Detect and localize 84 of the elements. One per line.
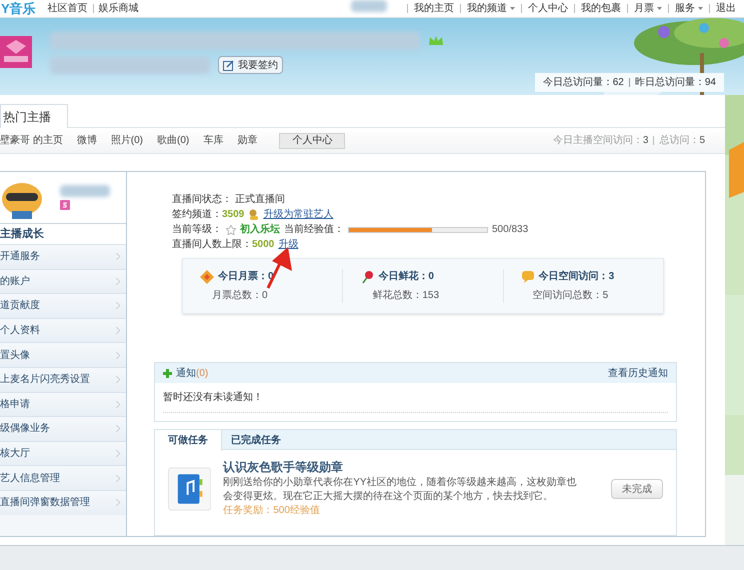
caret-icon	[657, 7, 662, 10]
task-tab[interactable]: 已完成任务	[222, 430, 290, 450]
empty-notice: 暂时还没有未读通知！	[163, 390, 263, 405]
nav-link[interactable]: 勋章	[237, 133, 258, 148]
stat-total: 鲜花总数：153	[372, 288, 440, 303]
sidebar-title: 主播成长	[0, 224, 126, 244]
sidebar-item[interactable]: 开通服务	[0, 244, 126, 269]
chevron-right-icon	[116, 474, 120, 482]
sidebar-item[interactable]: 个人资料	[0, 318, 126, 342]
stat-total: 月票总数：0	[212, 288, 268, 303]
user-menu-link[interactable]: 服务	[675, 1, 703, 16]
plus-icon	[163, 368, 172, 378]
user-menu-link[interactable]: 我的主页	[414, 1, 454, 16]
chevron-right-icon	[116, 499, 120, 506]
chevron-right-icon	[116, 253, 120, 260]
stat-total: 空间访问总数：5	[532, 288, 608, 303]
sidebar-item[interactable]: 艺人信息管理	[0, 465, 126, 490]
stat-title: 今日鲜花：0	[378, 270, 434, 284]
sidebar-item[interactable]: 级偶像业务	[0, 416, 126, 441]
rose-icon	[360, 270, 374, 284]
sidebar-item[interactable]: 直播间弹窗数据管理	[0, 490, 126, 515]
user-menu-link[interactable]: 退出	[716, 1, 736, 16]
user-menu-link[interactable]: 我的频道	[467, 1, 515, 16]
star-icon	[226, 224, 236, 234]
nav-link[interactable]: 壁豪哥 的主页	[0, 133, 63, 148]
task-description: 刚刚送给你的小勋章代表你在YY社区的地位，随着你等级越来越高，这枚勋章也会变得更炫。现在它正大摇大摆的待在这个页面的某个地方，快去找到它。	[223, 476, 577, 504]
sidebar-item[interactable]: 格申请	[0, 392, 126, 416]
channel-label: 签约频道：3509	[172, 208, 244, 221]
top-link[interactable]: 社区首页	[48, 1, 88, 16]
sidebar-item[interactable]: 的账户	[0, 268, 126, 294]
level-name: 初入乐坛	[240, 223, 280, 236]
chevron-right-icon	[116, 302, 120, 310]
badge-icon	[0, 36, 32, 68]
arrow-annotation	[266, 247, 292, 289]
speech-bubble-icon	[520, 270, 535, 284]
chevron-right-icon	[116, 400, 120, 408]
status-line: 直播间状态： 正式直播间	[172, 193, 286, 206]
upgrade-link[interactable]: 升级为常驻艺人	[263, 208, 334, 221]
level-label: 当前等级：	[172, 223, 222, 236]
caret-icon	[510, 7, 515, 10]
user-menu-link[interactable]: 月票	[634, 1, 662, 16]
sidebar-item[interactable]: 上麦名片闪亮秀设置	[0, 366, 126, 392]
sidebar-item[interactable]: 置头像	[0, 342, 126, 367]
exp-label: 当前经验值：	[284, 223, 344, 236]
status-button[interactable]: 未完成	[611, 479, 663, 499]
upgrade-link[interactable]: 升级	[278, 238, 298, 251]
visit-count: 总访问：5	[659, 134, 705, 148]
music-notebook-icon	[168, 467, 212, 511]
chevron-right-icon	[116, 327, 120, 334]
page-tab[interactable]: 热门主播	[0, 104, 68, 128]
chevron-right-icon	[116, 278, 120, 285]
user-menu-link[interactable]: 我的包裹	[581, 1, 621, 16]
limit-label: 直播间人数上限：5000	[172, 238, 274, 251]
blurred-text	[351, 0, 387, 12]
visit-count: 今日总访问量：62	[542, 76, 624, 90]
nav-link[interactable]: 个人中心	[279, 132, 346, 148]
s-badge-icon	[60, 200, 70, 210]
task-reward: 任务奖励：500经验值	[223, 504, 321, 518]
chevron-right-icon	[116, 425, 120, 432]
chevron-right-icon	[116, 376, 120, 384]
task-tab[interactable]: 可做任务	[155, 430, 222, 451]
diamond-icon	[200, 270, 214, 284]
notice-title: 通知(0)	[176, 366, 208, 380]
person-icon	[248, 209, 260, 220]
history-link[interactable]: 查看历史通知	[608, 366, 668, 380]
edit-icon	[223, 60, 234, 70]
nav-link[interactable]: 照片(0)	[110, 133, 144, 148]
task-title: 认识灰色歌手等级勋章	[223, 460, 344, 474]
stat-title: 今日空间访问：3	[538, 269, 614, 284]
exp-reading: 500/833	[492, 223, 528, 236]
visit-count: 今日主播空间访问：3	[552, 134, 648, 148]
blurred-text	[60, 185, 110, 197]
chevron-right-icon	[116, 450, 120, 458]
nav-link[interactable]: 歌曲(0)	[157, 133, 190, 148]
sign-up-button[interactable]: 我要签约	[218, 56, 283, 74]
top-link[interactable]: 娱乐商城	[98, 1, 139, 16]
sidebar-item[interactable]: 道贡献度	[0, 293, 126, 318]
sidebar-item[interactable]: 核大厅	[0, 440, 126, 466]
caret-icon	[698, 7, 703, 10]
user-menu-link[interactable]: 个人中心	[528, 1, 568, 16]
chevron-right-icon	[116, 352, 120, 359]
crown-icon	[428, 35, 444, 47]
nav-link[interactable]: 车库	[203, 133, 224, 148]
nav-link[interactable]: 微博	[76, 133, 97, 148]
